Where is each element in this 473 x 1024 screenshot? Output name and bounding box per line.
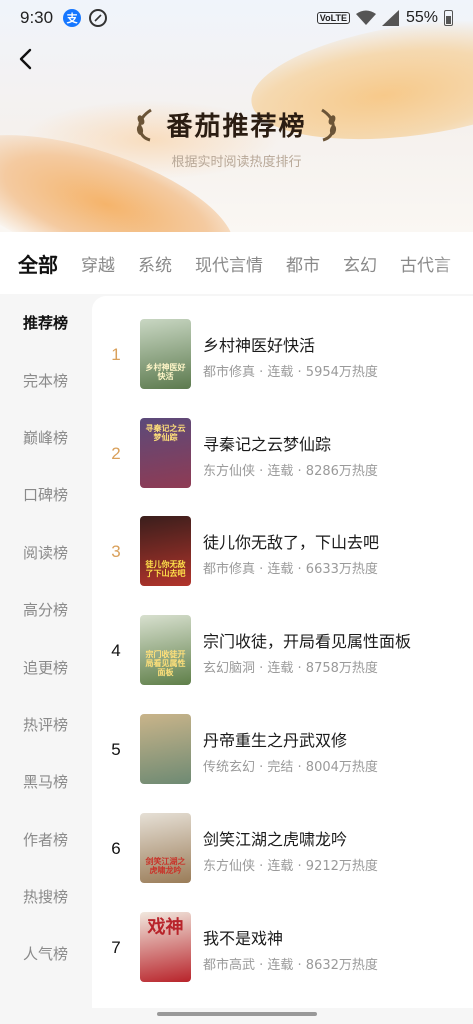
book-meta: 都市高武 · 连载 · 8632万热度 — [203, 958, 378, 973]
sidebar-item-updates[interactable]: 追更榜 — [0, 638, 92, 695]
battery-icon — [444, 10, 453, 26]
sidebar-item-authors[interactable]: 作者榜 — [0, 811, 92, 868]
sidebar-item-hot-comments[interactable]: 热评榜 — [0, 696, 92, 753]
sidebar-item-popularity[interactable]: 人气榜 — [0, 925, 92, 982]
book-meta: 都市修真 · 连载 · 5954万热度 — [203, 365, 378, 380]
book-cover: 戏神 — [140, 912, 191, 982]
book-title: 乡村神医好快活 — [203, 336, 316, 355]
book-meta: 都市修真 · 连载 · 6633万热度 — [203, 562, 378, 577]
list-item[interactable]: 6 剑笑江湖之虎啸龙吟 剑笑江湖之虎啸龙吟 东方仙侠 · 连载 · 9212万热… — [92, 813, 473, 912]
book-title: 我不是戏神 — [203, 929, 284, 948]
sidebar-item-peak[interactable]: 巅峰榜 — [0, 409, 92, 466]
tab-time-travel[interactable]: 穿越 — [81, 251, 115, 276]
book-title: 宗门收徒，开局看见属性面板 — [203, 632, 412, 651]
list-item[interactable]: 3 徒儿你无敌了下山去吧 徒儿你无敌了，下山去吧 都市修真 · 连载 · 663… — [92, 516, 473, 615]
alipay-icon: 支 — [63, 9, 82, 27]
laurel-left-icon — [137, 108, 153, 141]
book-cover: 乡村神医好快活 — [140, 319, 191, 389]
rank-number: 2 — [111, 444, 121, 463]
list-item[interactable]: 1 乡村神医好快活 乡村神医好快活 都市修真 · 连载 · 5954万热度 — [92, 319, 473, 418]
volte-icon: VoLTE — [316, 12, 350, 24]
book-title: 丹帝重生之丹武双修 — [203, 731, 348, 750]
book-meta: 传统玄幻 · 完结 · 8004万热度 — [203, 760, 378, 775]
tab-modern-romance[interactable]: 现代言情 — [195, 251, 263, 276]
book-list: 1 乡村神医好快活 乡村神医好快活 都市修真 · 连载 · 5954万热度 2 … — [92, 296, 473, 1008]
rank-number: 1 — [111, 345, 121, 364]
list-item[interactable]: 4 宗门收徒开局看见属性面板 宗门收徒，开局看见属性面板 玄幻脑洞 · 连载 ·… — [92, 615, 473, 714]
list-item[interactable]: 2 寻秦记之云梦仙踪 寻秦记之云梦仙踪 东方仙侠 · 连载 · 8286万热度 — [92, 418, 473, 517]
sidebar-item-recommend[interactable]: 推荐榜 — [0, 294, 92, 351]
book-cover: 寻秦记之云梦仙踪 — [140, 418, 191, 488]
rank-number: 6 — [111, 839, 121, 858]
back-arrow-icon[interactable] — [14, 46, 40, 72]
tabs-fade — [439, 232, 473, 294]
tab-urban[interactable]: 都市 — [286, 251, 320, 276]
sidebar-item-completed[interactable]: 完本榜 — [0, 351, 92, 408]
sidebar-item-reading[interactable]: 阅读榜 — [0, 524, 92, 581]
book-meta: 玄幻脑洞 · 连载 · 8758万热度 — [203, 661, 378, 676]
status-time: 9:30 — [20, 8, 54, 27]
book-cover — [140, 714, 191, 784]
book-cover: 剑笑江湖之虎啸龙吟 — [140, 813, 191, 883]
signal-icon — [381, 10, 399, 26]
list-item[interactable]: 7 戏神 我不是戏神 都市高武 · 连载 · 8632万热度 — [92, 912, 473, 1008]
home-indicator[interactable] — [157, 1012, 317, 1016]
title-row: 番茄推荐榜 — [0, 106, 473, 143]
book-meta: 东方仙侠 · 连载 · 8286万热度 — [203, 464, 378, 479]
book-cover: 宗门收徒开局看见属性面板 — [140, 615, 191, 685]
status-bar: 9:30 支 VoLTE 55% — [0, 0, 473, 36]
laurel-right-icon — [320, 108, 336, 141]
wifi-icon — [355, 10, 376, 25]
sidebar-item-reputation[interactable]: 口碑榜 — [0, 466, 92, 523]
tab-all[interactable]: 全部 — [18, 249, 58, 278]
ranking-sidebar: 推荐榜 完本榜 巅峰榜 口碑榜 阅读榜 高分榜 追更榜 热评榜 黑马榜 作者榜 … — [0, 294, 92, 1024]
tab-system[interactable]: 系统 — [138, 251, 172, 276]
page-subtitle: 根据实时阅读热度排行 — [171, 155, 302, 170]
category-tabs: 全部 穿越 系统 现代言情 都市 玄幻 古代言 — [0, 232, 473, 294]
rank-number: 3 — [111, 542, 121, 561]
book-title: 徒儿你无敌了，下山去吧 — [203, 533, 380, 552]
battery-percent: 55% — [405, 9, 438, 26]
book-title: 寻秦记之云梦仙踪 — [203, 435, 332, 454]
sidebar-item-high-score[interactable]: 高分榜 — [0, 581, 92, 638]
sidebar-item-dark-horse[interactable]: 黑马榜 — [0, 753, 92, 810]
app-notification-icon — [89, 9, 108, 27]
book-title: 剑笑江湖之虎啸龙吟 — [203, 830, 348, 849]
sidebar-item-hot-search[interactable]: 热搜榜 — [0, 868, 92, 925]
page-title: 番茄推荐榜 — [166, 112, 307, 142]
rank-number: 4 — [111, 641, 121, 660]
book-cover: 徒儿你无敌了下山去吧 — [140, 516, 191, 586]
rank-number: 5 — [111, 740, 121, 759]
book-meta: 东方仙侠 · 连载 · 9212万热度 — [203, 859, 378, 874]
list-item[interactable]: 5 丹帝重生之丹武双修 传统玄幻 · 完结 · 8004万热度 — [92, 714, 473, 813]
tab-fantasy[interactable]: 玄幻 — [343, 251, 377, 276]
rank-number: 7 — [111, 938, 121, 957]
